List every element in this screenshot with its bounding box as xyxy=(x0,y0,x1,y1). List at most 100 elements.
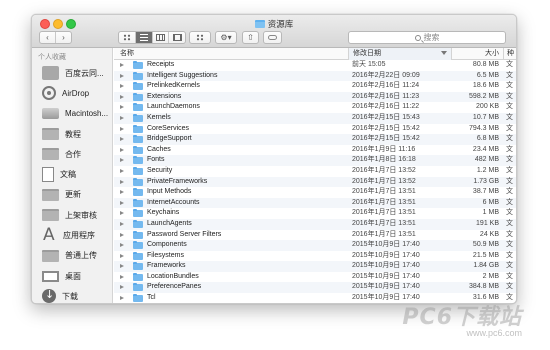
file-kind: 文 xyxy=(506,219,513,227)
disclosure-triangle-icon[interactable] xyxy=(120,211,124,216)
file-kind: 文 xyxy=(506,113,513,121)
file-row[interactable]: Intelligent Suggestions 2016年2月22日 09:09 6… xyxy=(114,70,516,82)
disclosure-triangle-icon[interactable] xyxy=(120,126,124,131)
share-button[interactable]: ⇧ xyxy=(242,31,259,44)
applications-icon xyxy=(42,225,57,245)
folder-icon xyxy=(133,166,143,175)
file-row[interactable]: Security 2016年1月7日 13:52 1.2 MB 文 xyxy=(114,166,516,177)
disclosure-triangle-icon[interactable] xyxy=(120,73,124,78)
column-name-header[interactable]: 名称 xyxy=(120,48,134,60)
sidebar-item[interactable]: 下载 xyxy=(32,286,112,303)
column-kind-header[interactable]: 种 xyxy=(503,48,516,60)
file-row[interactable]: LocationBundles 2015年10月9日 17:40 2 MB 文 xyxy=(114,272,516,283)
sidebar-item[interactable]: 教程 xyxy=(32,124,112,144)
disclosure-triangle-icon[interactable] xyxy=(120,221,124,226)
file-row[interactable]: CoreServices 2016年2月15日 15:42 794.3 MB 文 xyxy=(114,124,516,135)
disclosure-triangle-icon[interactable] xyxy=(120,200,124,205)
sidebar-item[interactable]: 文稿 xyxy=(32,164,112,184)
column-view-button[interactable] xyxy=(151,32,169,43)
coverflow-view-button[interactable] xyxy=(168,32,185,43)
column-size-header[interactable]: 大小 xyxy=(451,48,503,60)
disclosure-triangle-icon[interactable] xyxy=(120,179,124,184)
folder-icon xyxy=(133,294,143,303)
file-row[interactable]: Caches 2016年1月9日 11:16 23.4 MB 文 xyxy=(114,145,516,156)
disclosure-triangle-icon[interactable] xyxy=(120,168,124,173)
file-row[interactable]: PreferencePanes 2015年10月9日 17:40 384.8 MB 文 xyxy=(114,282,516,294)
file-row[interactable]: Extensions 2016年2月16日 11:23 598.2 MB 文 xyxy=(114,91,516,103)
file-name: Security xyxy=(147,166,173,174)
file-kind: 文 xyxy=(506,188,513,196)
file-name: LaunchAgents xyxy=(147,219,192,227)
file-size: 1.84 GB xyxy=(473,262,499,270)
folder-icon xyxy=(133,209,143,218)
disclosure-triangle-icon[interactable] xyxy=(120,190,124,195)
sidebar-item[interactable]: 更新 xyxy=(32,185,112,205)
disclosure-triangle-icon[interactable] xyxy=(120,243,124,248)
file-size: 24 KB xyxy=(479,230,499,238)
file-kind: 文 xyxy=(506,135,513,143)
disclosure-triangle-icon[interactable] xyxy=(120,63,124,67)
sidebar-item[interactable]: AirDrop xyxy=(32,83,112,103)
sidebar-item[interactable]: 桌面 xyxy=(32,266,112,286)
column-date-header[interactable]: 修改日期 xyxy=(348,48,451,60)
file-kind: 文 xyxy=(506,241,513,249)
file-row[interactable]: LaunchAgents 2016年1月7日 13:51 191 KB 文 xyxy=(114,218,516,230)
sidebar-item[interactable]: 合作 xyxy=(32,144,112,164)
file-date: 2016年2月15日 15:42 xyxy=(352,124,420,132)
search-field[interactable]: 搜索 xyxy=(348,31,506,44)
sidebar-item[interactable]: 普通上传 xyxy=(32,246,112,266)
sidebar-item[interactable]: 上架审核 xyxy=(32,205,112,225)
file-size: 384.8 MB xyxy=(469,283,499,291)
disclosure-triangle-icon[interactable] xyxy=(120,94,124,99)
arrange-button[interactable] xyxy=(189,31,211,44)
file-row[interactable]: Password Server Filters 2016年1月7日 13:51 24… xyxy=(114,230,516,241)
file-row[interactable]: PrivateFrameworks 2016年1月7日 13:52 1.73 GB 文 xyxy=(114,176,516,188)
folder-icon xyxy=(133,92,143,101)
folder-icon xyxy=(254,20,265,28)
file-date: 2015年10月9日 17:40 xyxy=(352,283,420,291)
file-size: 21.5 MB xyxy=(472,251,499,259)
sidebar-item[interactable]: 百度云同... xyxy=(32,63,112,83)
sidebar-item[interactable]: 应用程序 xyxy=(32,225,112,245)
disclosure-triangle-icon[interactable] xyxy=(120,147,124,152)
disclosure-triangle-icon[interactable] xyxy=(120,105,124,110)
file-row[interactable]: InternetAccounts 2016年1月7日 13:51 6 MB 文 xyxy=(114,197,516,209)
disclosure-triangle-icon[interactable] xyxy=(120,253,124,258)
forward-button[interactable]: › xyxy=(55,32,71,43)
file-row[interactable]: Frameworks 2015年10月9日 17:40 1.84 GB 文 xyxy=(114,261,516,272)
file-row[interactable]: Kernels 2016年2月15日 15:43 10.7 MB 文 xyxy=(114,112,516,124)
disclosure-triangle-icon[interactable] xyxy=(120,232,124,237)
sidebar-item-label: 桌面 xyxy=(65,271,81,281)
file-row[interactable]: Keychains 2016年1月7日 13:51 1 MB 文 xyxy=(114,208,516,219)
file-name: BridgeSupport xyxy=(147,135,192,143)
file-row[interactable]: Fonts 2016年1月8日 16:18 482 MB 文 xyxy=(114,155,516,166)
file-row[interactable]: Receipts 前天 15:05 80.8 MB 文 xyxy=(114,60,516,71)
disclosure-triangle-icon[interactable] xyxy=(120,84,124,89)
sidebar-item[interactable]: Macintosh... xyxy=(32,104,112,124)
disclosure-triangle-icon[interactable] xyxy=(120,137,124,142)
sidebar-item-label: 合作 xyxy=(65,149,81,159)
airdrop-icon xyxy=(42,86,56,101)
file-row[interactable]: LaunchDaemons 2016年2月16日 11:22 200 KB 文 xyxy=(114,102,516,113)
disclosure-triangle-icon[interactable] xyxy=(120,264,124,269)
list-view-button[interactable] xyxy=(134,32,152,43)
disclosure-triangle-icon[interactable] xyxy=(120,285,124,290)
file-date: 2015年10月9日 17:40 xyxy=(352,272,420,280)
disclosure-triangle-icon[interactable] xyxy=(120,158,124,163)
file-row[interactable]: Components 2015年10月9日 17:40 50.9 MB 文 xyxy=(114,240,516,251)
file-row[interactable]: PrelinkedKernels 2016年2月16日 11:24 18.6 MB 文 xyxy=(114,81,516,92)
file-name: InternetAccounts xyxy=(147,198,200,206)
disclosure-triangle-icon[interactable] xyxy=(120,296,124,301)
sidebar-header: 个人收藏 xyxy=(38,54,66,61)
file-row[interactable]: Input Methods 2016年1月7日 13:51 38.7 MB 文 xyxy=(114,187,516,198)
titlebar: 资源库 ‹ › ⚙▾ ⇧ 搜索 xyxy=(32,15,516,48)
action-button[interactable]: ⚙▾ xyxy=(215,31,237,44)
file-name: Components xyxy=(147,241,187,249)
disclosure-triangle-icon[interactable] xyxy=(120,274,124,279)
disclosure-triangle-icon[interactable] xyxy=(120,115,124,120)
tag-button[interactable] xyxy=(263,31,282,44)
file-row[interactable]: BridgeSupport 2016年2月15日 15:42 6.8 MB 文 xyxy=(114,134,516,145)
icon-view-button[interactable] xyxy=(119,32,135,43)
back-button[interactable]: ‹ xyxy=(40,32,55,43)
file-row[interactable]: Filesystems 2015年10月9日 17:40 21.5 MB 文 xyxy=(114,251,516,262)
